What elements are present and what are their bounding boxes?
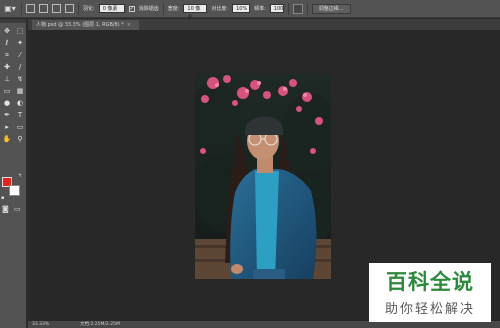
clone-stamp-tool-icon[interactable]: ⊥ [1,74,13,85]
document-tab[interactable]: 人物.psd @ 33.3% (图层 1, RGB/8) * × [32,20,139,30]
default-colors-icon[interactable]: ▪ [1,195,4,201]
shape-tool-icon[interactable]: ▭ [14,122,26,133]
history-brush-tool-icon[interactable]: ↯ [14,74,26,85]
document-tab-strip: 人物.psd @ 33.3% (图层 1, RGB/8) * × [28,19,500,30]
pen-tool-icon[interactable]: ✒ [1,110,13,121]
antialias-checkbox[interactable]: ✓ [128,5,135,12]
tool-grid: ✥ ⬚ ℓ ✦ ⌗ ⁄ ✚ / ⊥ ↯ ▭ ▦ ● ◐ ✒ T ▸ ▭ ✋ ⚲ [0,23,26,145]
document-info[interactable]: 文档:2.25M/2.25M [80,321,120,328]
document-image[interactable] [195,73,331,279]
refine-edge-button[interactable]: 调整边缘... [311,3,351,14]
separator [78,2,79,15]
brush-preset-icon[interactable]: ▣▾ [3,3,17,15]
crop-tool-icon[interactable]: ⌗ [1,50,13,61]
quick-mask-icon[interactable]: ◙ [2,205,9,213]
tablet-pressure-icon[interactable] [292,3,303,14]
subtract-selection-icon[interactable] [52,4,61,13]
intersect-selection-icon[interactable] [65,4,74,13]
options-bar: ▣▾ 羽化: 0 像素 ✓ 消除锯齿 宽度: 10 像素 对比度: 10% 频率… [0,0,500,21]
toolbox: ✥ ⬚ ℓ ✦ ⌗ ⁄ ✚ / ⊥ ↯ ▭ ▦ ● ◐ ✒ T ▸ ▭ ✋ ⚲ ↰ ▪ ◙ ▭ [0,19,27,328]
color-swatches [2,177,24,201]
type-tool-icon[interactable]: T [14,110,26,121]
new-selection-icon[interactable] [26,4,35,13]
background-color-swatch[interactable] [9,185,20,196]
dodge-tool-icon[interactable]: ◐ [14,98,26,109]
hand-tool-icon[interactable]: ✋ [1,134,13,145]
healing-brush-tool-icon[interactable]: ✚ [1,62,13,73]
width-input[interactable]: 10 像素 [183,4,208,21]
feather-input[interactable]: 0 像素 [98,4,125,13]
frequency-input[interactable]: 100 [269,4,284,13]
separator [162,2,164,15]
separator [21,2,22,15]
eyedropper-tool-icon[interactable]: ⁄ [14,50,26,61]
eraser-tool-icon[interactable]: ▭ [1,86,13,97]
gradient-tool-icon[interactable]: ▦ [14,86,26,97]
lasso-tool-icon[interactable]: ℓ [1,38,13,49]
document-tab-title: 人物.psd @ 33.3% (图层 1, RGB/8) * [36,22,124,28]
separator [287,2,289,15]
antialias-label: 消除锯齿 [138,6,159,12]
frequency-label: 频率: [254,6,266,12]
screen-mode-icon[interactable]: ▭ [14,205,21,213]
magic-wand-tool-icon[interactable]: ✦ [14,38,26,49]
watermark-subtitle: 助你轻松解决 [384,302,475,317]
contrast-input[interactable]: 10% [232,4,251,13]
path-selection-tool-icon[interactable]: ▸ [1,122,13,133]
contrast-label: 对比度: [211,6,229,12]
marquee-tool-icon[interactable]: ⬚ [14,26,26,37]
width-label: 宽度: [167,6,180,12]
status-bar: 33.33% 文档:2.25M/2.25M [28,321,500,328]
close-icon[interactable]: × [127,22,131,28]
zoom-tool-icon[interactable]: ⚲ [14,134,26,145]
watermark-logo: 百科全说 助你轻松解决 [369,263,491,322]
separator [306,2,308,15]
blur-tool-icon[interactable]: ● [1,98,13,109]
zoom-level[interactable]: 33.33% [32,321,49,328]
feather-label: 羽化: [83,6,95,12]
watermark-title: 百科全说 [386,270,474,294]
brush-tool-icon[interactable]: / [14,62,26,73]
swap-colors-icon[interactable]: ↰ [18,173,22,179]
move-tool-icon[interactable]: ✥ [1,26,13,37]
add-to-selection-icon[interactable] [39,4,48,13]
